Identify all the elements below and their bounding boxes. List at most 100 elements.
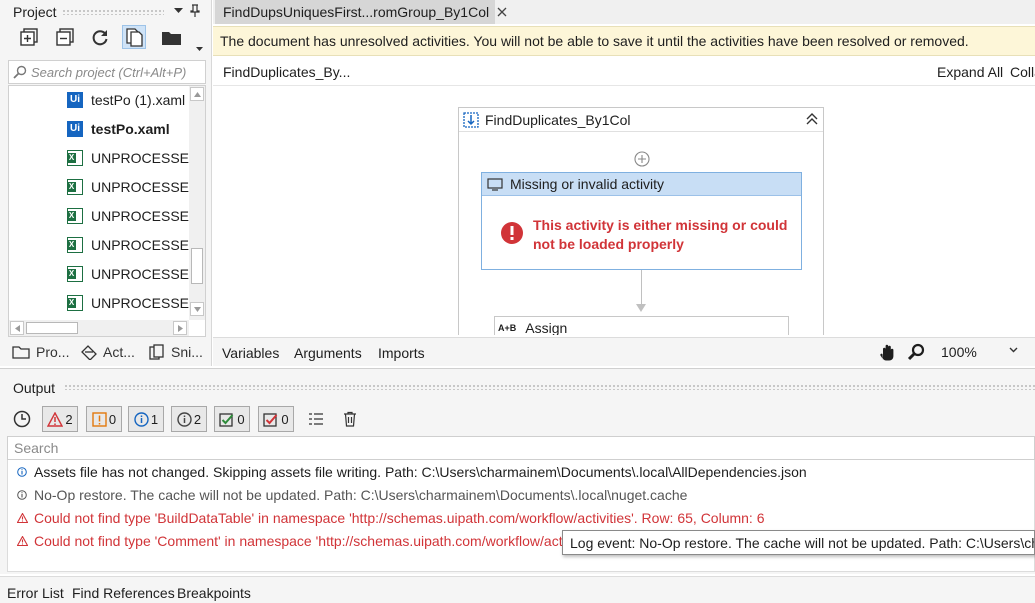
error-triangle-icon xyxy=(47,411,64,427)
collapse-all-icon[interactable] xyxy=(53,25,77,49)
output-search-input[interactable]: Search xyxy=(7,436,1035,460)
toggle-timestamps-icon[interactable] xyxy=(306,409,326,429)
check-fail-icon xyxy=(263,412,278,427)
tree-item-file[interactable]: UNPROCESSED RT xyxy=(9,289,195,317)
tab-activities[interactable]: Act... xyxy=(80,340,135,364)
pin-icon[interactable] xyxy=(188,3,202,19)
scroll-thumb[interactable] xyxy=(191,248,203,284)
project-search[interactable]: Search project (Ctrl+Alt+P) xyxy=(8,60,206,84)
excel-file-icon xyxy=(67,179,83,195)
search-icon xyxy=(13,65,27,79)
project-search-placeholder: Search project (Ctrl+Alt+P) xyxy=(31,64,187,80)
excel-file-icon xyxy=(67,237,83,253)
tree-item-file[interactable]: UNPROCESSED IN xyxy=(9,173,195,201)
tree-item-file[interactable]: UNPROCESSED RT xyxy=(9,231,195,259)
tree-item-label: UNPROCESSED RT xyxy=(91,237,195,253)
tab-snippets[interactable]: Sni... xyxy=(148,340,203,364)
tab-variables[interactable]: Variables xyxy=(222,345,279,361)
output-log-list: Assets file has not changed. Skipping as… xyxy=(7,460,1035,572)
breadcrumb[interactable]: FindDuplicates_By... xyxy=(223,64,350,80)
output-title-grip xyxy=(64,384,1035,390)
zoom-tool-icon[interactable] xyxy=(906,342,926,362)
tree-horizontal-scrollbar[interactable] xyxy=(9,320,189,336)
xaml-file-icon: Ui xyxy=(67,121,83,137)
snippets-icon xyxy=(149,344,164,360)
filter-trace[interactable]: 2 xyxy=(171,406,207,432)
missing-activity-card[interactable]: Missing or invalid activity This activit… xyxy=(481,172,802,270)
zoom-select[interactable]: 100% xyxy=(934,341,1024,363)
scroll-up-icon[interactable] xyxy=(190,87,204,101)
filter-errors[interactable]: 2 xyxy=(42,406,78,432)
output-title: Output xyxy=(13,380,56,396)
filter-fail[interactable]: 0 xyxy=(258,406,294,432)
info-icon xyxy=(134,411,149,427)
hscroll-thumb[interactable] xyxy=(26,322,78,334)
log-entry[interactable]: Could not find type 'Comment' in namespa… xyxy=(16,530,598,552)
add-activity-icon[interactable] xyxy=(633,150,651,168)
unresolved-warning-bar: The document has unresolved activities. … xyxy=(213,26,1035,56)
error-icon xyxy=(501,222,523,244)
clear-output-icon[interactable] xyxy=(340,409,360,429)
close-tab-icon[interactable] xyxy=(497,7,507,17)
missing-activity-message: This activity is either missing or could… xyxy=(533,217,788,252)
connector-line xyxy=(641,270,642,306)
tree-vertical-scrollbar[interactable] xyxy=(189,86,205,320)
log-entry-text: No-Op restore. The cache will not be upd… xyxy=(34,487,688,503)
scroll-left-icon[interactable] xyxy=(10,321,24,335)
title-grip xyxy=(62,9,164,15)
hand-tool-icon[interactable] xyxy=(877,342,897,362)
assign-activity[interactable]: A+B Assign xyxy=(494,316,789,335)
excel-file-icon xyxy=(67,150,83,166)
expand-all-icon[interactable] xyxy=(17,25,41,49)
tab-project[interactable]: Pro... xyxy=(12,340,69,364)
tree-item-file[interactable]: UNPROCESSED RT xyxy=(9,202,195,230)
connector-arrow xyxy=(636,304,646,312)
folder-icon xyxy=(12,346,30,359)
tree-item-file[interactable]: UNPROCESSED IN xyxy=(9,144,195,172)
tree-item-file[interactable]: Ui testPo (1).xaml xyxy=(9,86,195,114)
error-triangle-icon xyxy=(16,513,28,523)
filter-warnings[interactable]: 0 xyxy=(86,406,122,432)
tab-arguments[interactable]: Arguments xyxy=(294,345,362,361)
assign-icon: A+B xyxy=(498,323,517,333)
panel-menu-icon[interactable] xyxy=(171,4,185,18)
excel-file-icon xyxy=(67,295,83,311)
scroll-down-icon[interactable] xyxy=(190,302,204,316)
collapse-all-link[interactable]: Colla xyxy=(1010,64,1035,80)
xaml-file-icon: Ui xyxy=(67,92,83,108)
document-tab[interactable]: FindDupsUniquesFirst...romGroup_By1Col xyxy=(215,0,507,24)
scroll-right-icon[interactable] xyxy=(173,321,187,335)
sequence-activity[interactable]: FindDuplicates_By1Col Missing or invalid… xyxy=(458,107,824,335)
filter-info[interactable]: 1 xyxy=(128,406,164,432)
log-entry[interactable]: No-Op restore. The cache will not be upd… xyxy=(16,484,687,506)
log-entry[interactable]: Assets file has not changed. Skipping as… xyxy=(16,461,807,483)
refresh-icon[interactable] xyxy=(88,25,112,49)
log-entry[interactable]: Could not find type 'BuildDataTable' in … xyxy=(16,507,765,529)
missing-activity-header: Missing or invalid activity xyxy=(482,173,801,196)
bottom-tab-strip: Error List Find References Breakpoints xyxy=(0,576,1035,603)
tab-breakpoints[interactable]: Breakpoints xyxy=(177,585,251,601)
project-tree: Ui testPo (1).xaml Ui testPo.xaml UNPROCESSE… xyxy=(8,85,206,337)
project-panel-title: Project xyxy=(13,4,57,20)
tree-item-file[interactable]: Ui testPo.xaml xyxy=(9,115,195,143)
designer-header: FindDuplicates_By... Expand All Colla xyxy=(213,58,1035,86)
activities-icon xyxy=(81,345,97,360)
tab-find-references[interactable]: Find References xyxy=(72,585,175,601)
trace-icon xyxy=(16,490,28,500)
activity-icon xyxy=(487,177,503,191)
collapse-sequence-icon[interactable] xyxy=(805,112,819,126)
log-entry-text: Assets file has not changed. Skipping as… xyxy=(34,464,807,480)
tree-item-label: UNPROCESSED IN xyxy=(91,150,195,166)
tree-item-file[interactable]: UNPROCESSED RT xyxy=(9,260,195,288)
tab-error-list[interactable]: Error List xyxy=(7,585,64,601)
chevron-down-icon xyxy=(1009,347,1018,353)
toolbar-overflow-icon[interactable] xyxy=(194,44,204,54)
show-all-files-icon[interactable] xyxy=(122,25,146,49)
filter-success[interactable]: 0 xyxy=(214,406,250,432)
expand-all-link[interactable]: Expand All xyxy=(937,64,1003,80)
tab-imports[interactable]: Imports xyxy=(378,345,425,361)
open-folder-icon[interactable] xyxy=(159,25,185,49)
tree-item-label: UNPROCESSED RT xyxy=(91,208,195,224)
clock-icon[interactable] xyxy=(12,409,32,429)
error-triangle-icon xyxy=(16,536,28,546)
